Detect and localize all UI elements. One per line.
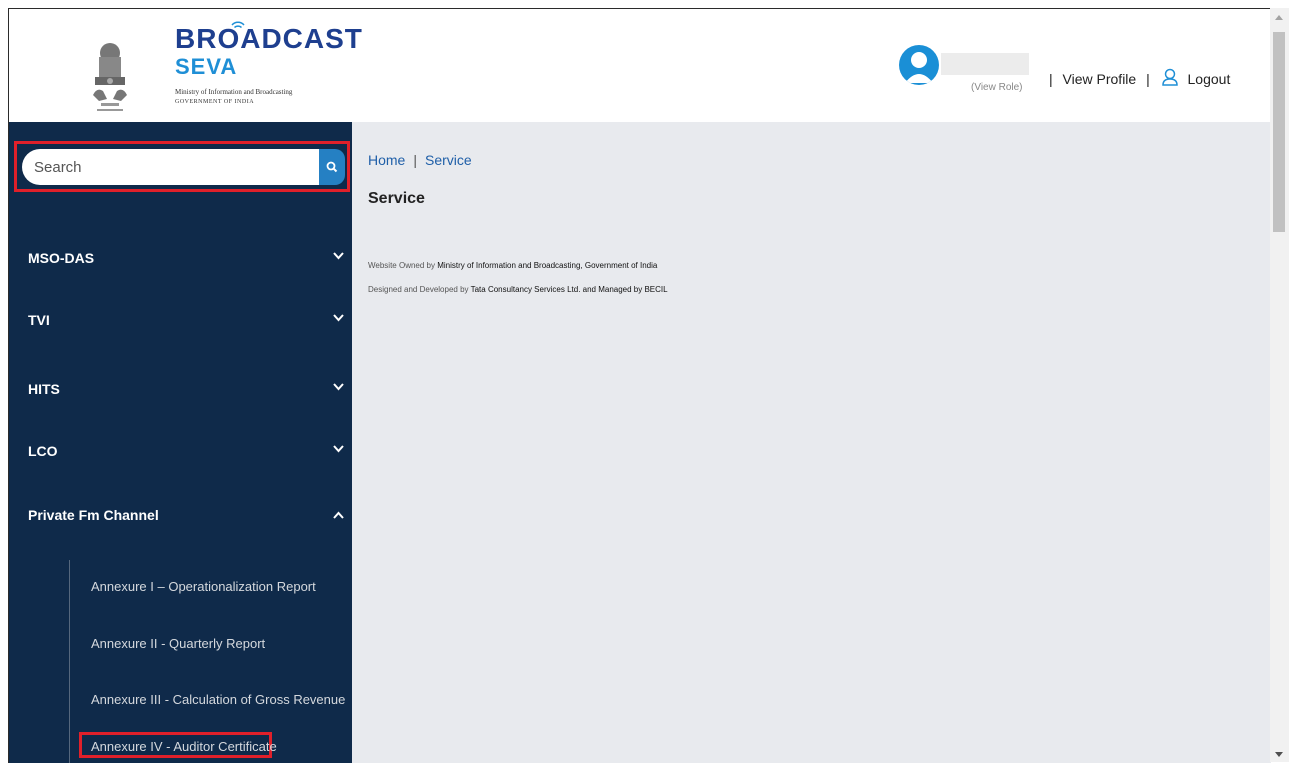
footer-ownership: Website Owned by Ministry of Information… [368,261,657,270]
footer-text: Website Owned by [368,261,438,270]
breadcrumb: Home | Service [368,152,472,168]
chevron-down-icon [333,445,344,453]
view-role-link[interactable]: (View Role) [971,82,1023,93]
main-content: Home | Service Service Website Owned by Mi… [352,122,1271,763]
government-label: GOVERNMENT OF INDIA [175,99,255,105]
ministry-label: Ministry of Information and Broadcasting [175,88,293,96]
header-separator: | [1049,70,1053,87]
chevron-down-icon [333,383,344,391]
scrollbar-thumb[interactable] [1273,32,1285,232]
sidebar-item-label: LCO [28,443,58,459]
page-scrollbar[interactable] [1270,8,1289,762]
search-icon [326,161,338,173]
sidebar-item-label: TVI [28,312,50,328]
sidebar-item-lco[interactable]: LCO [9,433,352,473]
submenu-item-annexure-i[interactable]: Annexure I – Operationalization Report [91,579,316,594]
page-title: Service [368,190,425,207]
breadcrumb-current[interactable]: Service [425,152,472,168]
footer-developer: Designed and Developed by Tata Consultan… [368,285,668,294]
sidebar-item-tvi[interactable]: TVI [9,302,352,342]
search-box [14,141,350,192]
footer-owner-link: Ministry of Information and Broadcasting… [437,261,658,270]
sidebar-item-label: MSO-DAS [28,250,95,266]
chevron-down-icon [333,252,344,260]
footer-text: Designed and Developed by [368,285,471,294]
submenu-divider [69,560,70,763]
sidebar-item-label: Private Fm Channel [28,507,159,523]
footer-developer-link: Tata Consultancy Services Ltd. and Manag… [470,285,668,294]
national-emblem-icon [93,43,127,111]
sidebar-item-hits[interactable]: HITS [9,371,352,411]
submenu-item-annexure-iii[interactable]: Annexure III - Calculation of Gross Reve… [91,692,345,707]
header-separator: | [1146,70,1150,87]
search-input[interactable] [22,149,319,185]
submenu-item-annexure-ii[interactable]: Annexure II - Quarterly Report [91,636,265,651]
chevron-up-icon [333,511,344,519]
submenu-item-annexure-iv[interactable]: Annexure IV - Auditor Certificate [79,732,277,758]
brand-title: BROADCAST [175,23,363,54]
header-links: | View Profile | Logout [1043,67,1230,90]
user-avatar-icon [905,52,933,83]
header: BROADCAST SEVA Ministry of Information a… [9,9,1271,121]
brand-subtitle: SEVA [175,54,238,79]
search-button[interactable] [319,149,345,185]
username-field [941,53,1029,75]
scroll-up-arrow-icon[interactable] [1275,15,1283,20]
breadcrumb-home[interactable]: Home [368,152,405,168]
view-profile-link[interactable]: View Profile [1063,71,1137,87]
breadcrumb-separator: | [413,152,417,168]
submenu-item-label: Annexure IV - Auditor Certificate [91,739,277,754]
sidebar-item-mso-das[interactable]: MSO-DAS [9,240,352,280]
sidebar-item-private-fm-channel[interactable]: Private Fm Channel [9,497,352,537]
logout-link[interactable]: Logout [1188,71,1231,87]
scroll-down-arrow-icon[interactable] [1275,752,1283,757]
app-window: BROADCAST SEVA Ministry of Information a… [8,8,1271,763]
avatar[interactable] [899,45,939,85]
sidebar-item-label: HITS [28,381,60,397]
sidebar: MSO-DAS TVI HITS LCO Private Fm Channel … [9,122,352,763]
chevron-down-icon [333,314,344,322]
logout-user-icon[interactable] [1160,67,1180,90]
